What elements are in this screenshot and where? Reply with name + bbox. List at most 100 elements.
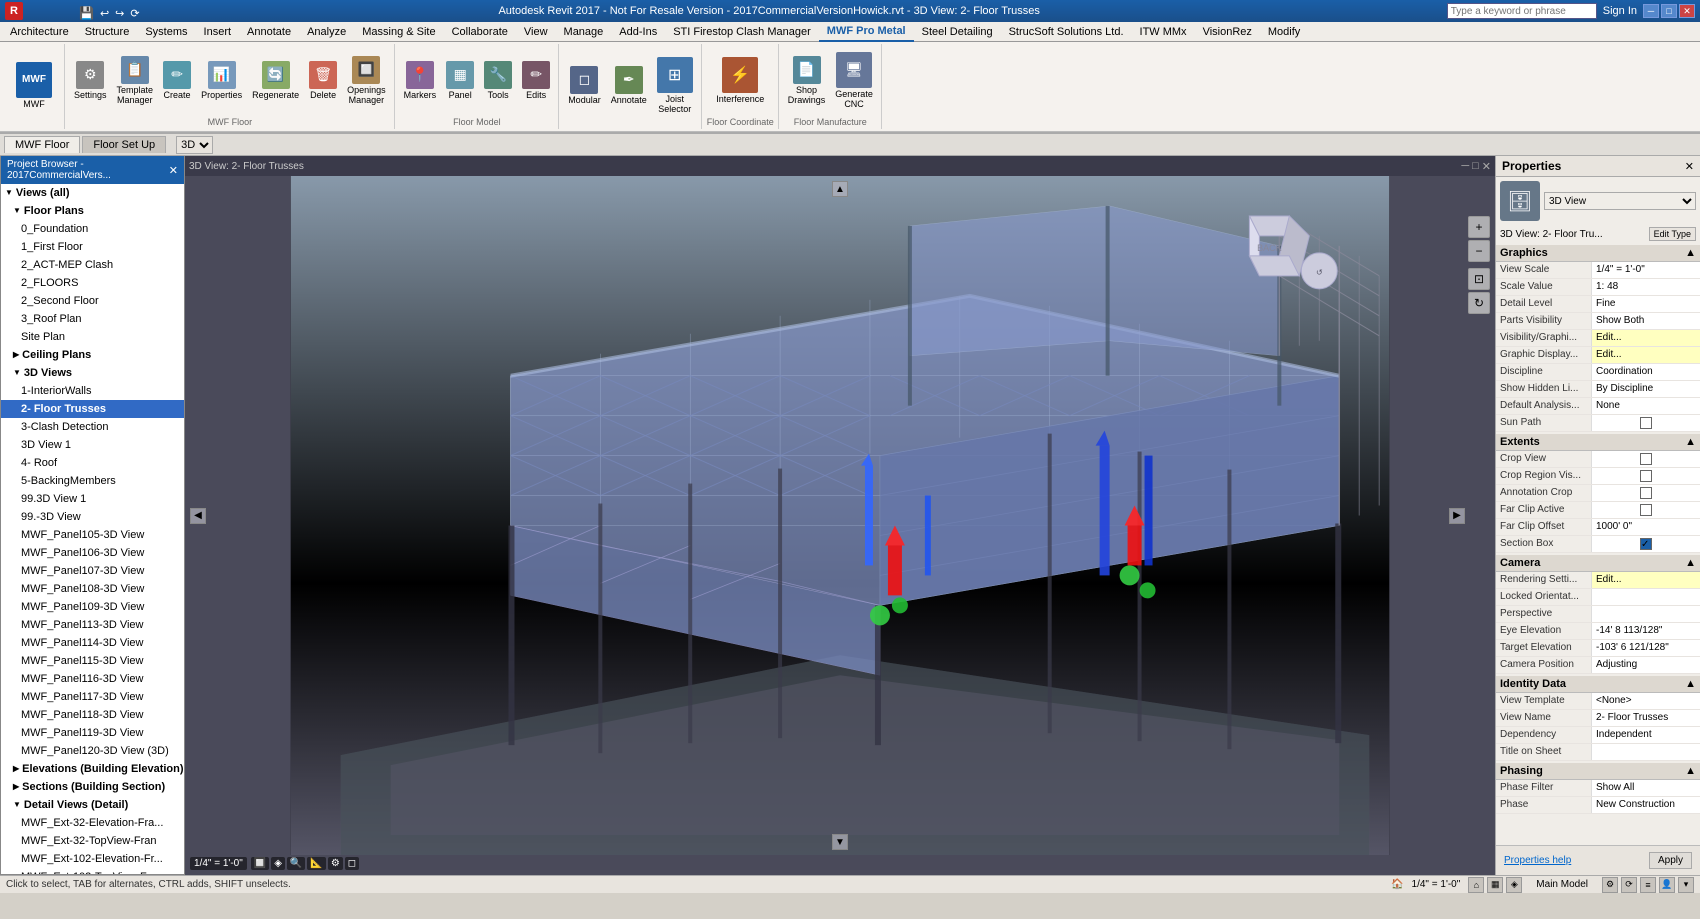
bb-icon-more[interactable]: ▾ [1678,877,1694,893]
pb-sub-sections[interactable]: ▶ Sections (Building Section) [1,778,184,796]
prop-value-cameraposition[interactable]: Adjusting [1591,657,1700,673]
ribbon-btn-mwf[interactable]: MWF MWF [12,60,56,112]
apply-button[interactable]: Apply [1649,852,1692,869]
pb-item-panel113[interactable]: MWF_Panel113-3D View [1,616,184,634]
prop-value-farclipoffset[interactable]: 1000' 0" [1591,519,1700,535]
ribbon-btn-joist[interactable]: ⊞ JoistSelector [653,55,697,117]
ribbon-btn-create[interactable]: ✏ Create [159,59,195,103]
cropview-checkbox[interactable] [1640,453,1652,465]
prop-panel-close[interactable]: ✕ [1685,160,1694,173]
prop-section-phasing[interactable]: Phasing ▲ [1496,763,1700,780]
menu-visionrez[interactable]: VisionRez [1195,22,1260,42]
pb-item-backingmembers[interactable]: 5-BackingMembers [1,472,184,490]
prop-value-viewname[interactable]: 2- Floor Trusses [1591,710,1700,726]
pb-sub-elevations[interactable]: ▶ Elevations (Building Elevation) [1,760,184,778]
prop-value-lockedorient[interactable] [1591,589,1700,605]
menu-analyze[interactable]: Analyze [299,22,354,42]
menu-structure[interactable]: Structure [77,22,138,42]
view-icon-4[interactable]: 📐 [307,857,325,870]
pb-item-panel118[interactable]: MWF_Panel118-3D View [1,706,184,724]
pb-item-3dview1[interactable]: 3D View 1 [1,436,184,454]
view-tab-mwf-floor[interactable]: MWF Floor [4,136,80,153]
view-icon-5[interactable]: ⚙ [328,857,343,870]
menu-architecture[interactable]: Architecture [2,22,77,42]
pb-close[interactable]: ✕ [169,164,178,177]
prop-value-dependency[interactable]: Independent [1591,727,1700,743]
prop-value-eyeelevation[interactable]: -14' 8 113/128" [1591,623,1700,639]
prop-value-titleonsheet[interactable] [1591,744,1700,760]
view-icon-6[interactable]: ◻ [345,857,359,870]
maximize-button[interactable]: □ [1661,4,1677,18]
menu-addins[interactable]: Add-Ins [611,22,665,42]
qat-sync[interactable]: ⟳ [128,7,141,20]
cropregion-checkbox[interactable] [1640,470,1652,482]
menu-mwf[interactable]: MWF Pro Metal [819,22,914,42]
sign-in[interactable]: Sign In [1599,5,1641,17]
pb-item-panel115[interactable]: MWF_Panel115-3D View [1,652,184,670]
ribbon-btn-interference[interactable]: ⚡ Interference [712,55,768,107]
bb-icon-cube[interactable]: ◈ [1506,877,1522,893]
vc-zoom-in[interactable]: + [1468,216,1490,238]
menu-annotate[interactable]: Annotate [239,22,299,42]
pb-item-panel119[interactable]: MWF_Panel119-3D View [1,724,184,742]
pb-item-siteplan[interactable]: Site Plan [1,328,184,346]
qat-undo[interactable]: ↩ [98,7,111,20]
menu-massing[interactable]: Massing & Site [354,22,443,42]
prop-value-cropregion[interactable] [1591,468,1700,484]
prop-section-identity[interactable]: Identity Data ▲ [1496,676,1700,693]
qat-save[interactable]: 💾 [77,6,96,20]
pb-sub-floorplans[interactable]: ▼ Floor Plans [1,202,184,220]
pb-item-993dview1[interactable]: 99.3D View 1 [1,490,184,508]
prop-value-graphicdisplay[interactable]: Edit... [1591,347,1700,363]
search-input[interactable] [1447,3,1597,19]
viewport-arrow-right[interactable]: ▶ [1449,508,1465,524]
prop-value-scalevalue[interactable]: 1: 48 [1591,279,1700,295]
vc-rotate[interactable]: ↻ [1468,292,1490,314]
prop-value-defaultanalysis[interactable]: None [1591,398,1700,414]
pb-item-panel120[interactable]: MWF_Panel120-3D View (3D) [1,742,184,760]
prop-section-extents[interactable]: Extents ▲ [1496,434,1700,451]
sectionbox-checkbox[interactable]: ✓ [1640,538,1652,550]
prop-section-camera[interactable]: Camera ▲ [1496,555,1700,572]
ribbon-btn-modular[interactable]: ◻ Modular [564,64,605,108]
properties-help-link[interactable]: Properties help [1500,852,1575,869]
prop-value-visibilitygraph[interactable]: Edit... [1591,330,1700,346]
bb-icon-house[interactable]: ⌂ [1468,877,1484,893]
pb-item-panel116[interactable]: MWF_Panel116-3D View [1,670,184,688]
prop-value-phasefilter[interactable]: Show All [1591,780,1700,796]
bb-icon-layers[interactable]: ≡ [1640,877,1656,893]
vc-fit[interactable]: ⊡ [1468,268,1490,290]
annotationcrop-checkbox[interactable] [1640,487,1652,499]
menu-itw[interactable]: ITW MMx [1132,22,1195,42]
ribbon-btn-delete[interactable]: 🗑 Delete [305,59,341,103]
prop-value-targetelevation[interactable]: -103' 6 121/128" [1591,640,1700,656]
minimize-button[interactable]: ─ [1643,4,1659,18]
view-mode-select[interactable]: 3D [176,136,213,154]
prop-value-discipline[interactable]: Coordination [1591,364,1700,380]
prop-value-perspective[interactable] [1591,606,1700,622]
view-tab-floor-setup[interactable]: Floor Set Up [82,136,166,153]
ribbon-btn-markers[interactable]: 📍 Markers [400,59,441,103]
bb-icon-user[interactable]: 👤 [1659,877,1675,893]
pb-category-views[interactable]: ▼ Views (all) [1,184,184,202]
bb-icon-settings[interactable]: ⚙ [1602,877,1618,893]
prop-value-viewtemplate[interactable]: <None> [1591,693,1700,709]
viewport-maximize[interactable]: □ [1472,160,1479,173]
pb-item-993dview[interactable]: 99.-3D View [1,508,184,526]
prop-value-farclipactive[interactable] [1591,502,1700,518]
sunpath-checkbox[interactable] [1640,417,1652,429]
pb-sub-detailviews[interactable]: ▼ Detail Views (Detail) [1,796,184,814]
prop-section-graphics[interactable]: Graphics ▲ [1496,245,1700,262]
prop-value-detaillevel[interactable]: Fine [1591,296,1700,312]
pb-item-panel108[interactable]: MWF_Panel108-3D View [1,580,184,598]
ribbon-btn-annotate[interactable]: ✒ Annotate [607,64,651,108]
ribbon-btn-openings[interactable]: 🔲 OpeningsManager [343,54,390,108]
menu-strucsoft[interactable]: StrucSoft Solutions Ltd. [1001,22,1132,42]
menu-systems[interactable]: Systems [137,22,195,42]
qat-redo[interactable]: ↪ [113,7,126,20]
status-model-icon[interactable]: 🏠 [1391,879,1403,890]
menu-modify[interactable]: Modify [1260,22,1308,42]
viewport-minimize[interactable]: ─ [1461,160,1469,173]
ribbon-btn-edits[interactable]: ✏ Edits [518,59,554,103]
pb-item-secondfloor[interactable]: 2_Second Floor [1,292,184,310]
